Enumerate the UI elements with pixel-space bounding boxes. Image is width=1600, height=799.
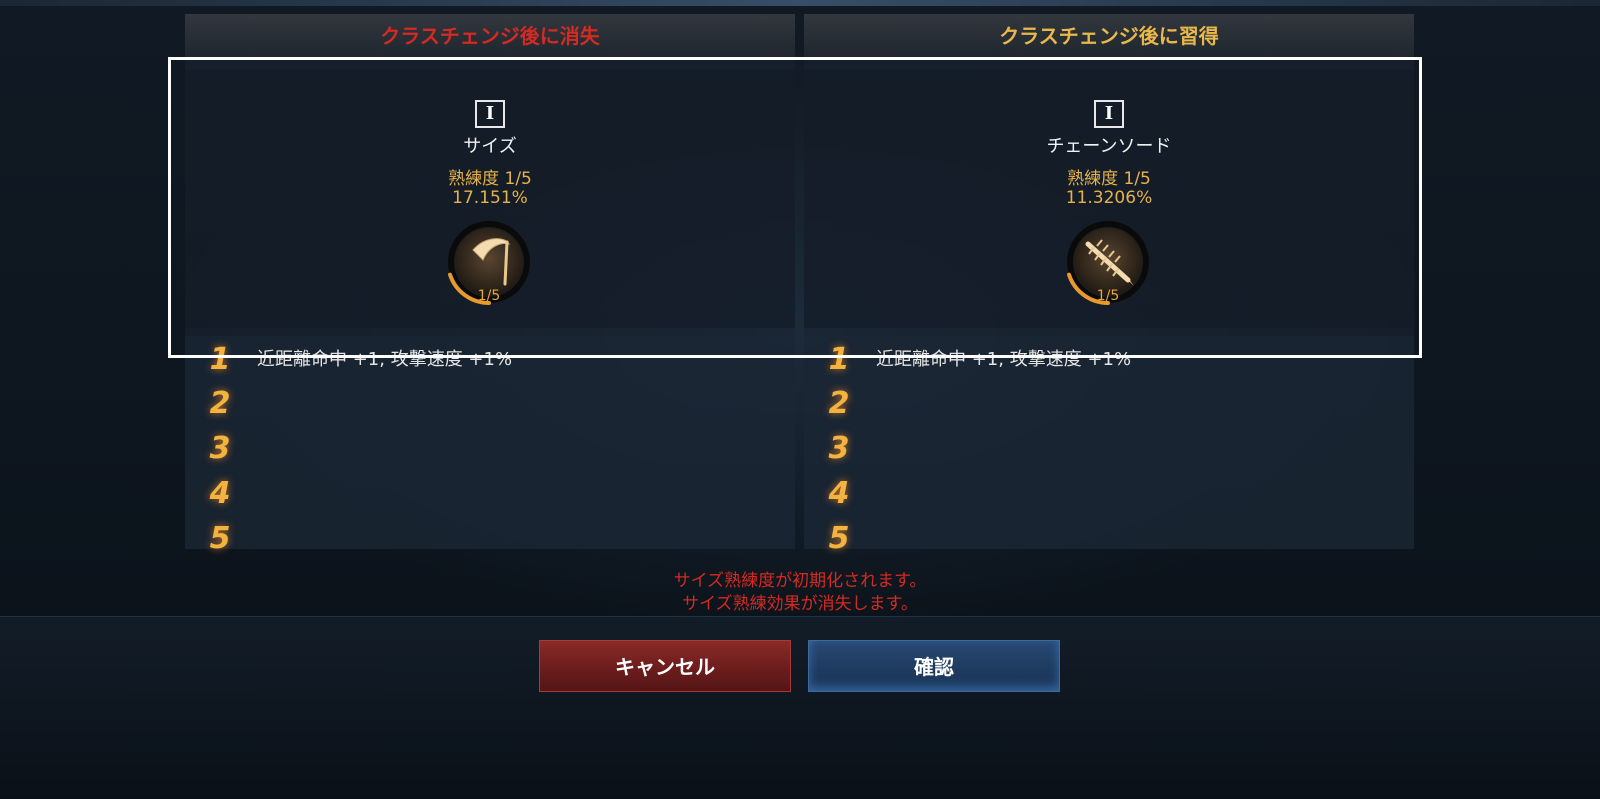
effect-row: 3	[185, 427, 795, 471]
effect-row: 4	[185, 472, 795, 516]
effect-row: 1 近距離命中 +1, 攻撃速度 +1%	[185, 338, 795, 382]
bottom-band	[0, 616, 1600, 799]
lose-skill-card: I サイズ 熟練度 1/5 17.151% 1/5	[185, 70, 795, 328]
effect-row: 5	[185, 517, 795, 561]
effect-level: 3	[828, 431, 850, 466]
effect-level: 2	[828, 386, 850, 421]
effect-level: 1	[828, 342, 850, 377]
class-change-dialog: クラスチェンジ後に消失 I サイズ 熟練度 1/5 17.151% 1/5 1 …	[0, 0, 1600, 799]
effect-level: 4	[209, 476, 231, 511]
effect-row: 2	[804, 382, 1414, 426]
effect-row: 4	[804, 472, 1414, 516]
proficiency-level: 熟練度 1/5	[448, 169, 532, 189]
effect-row: 1 近距離命中 +1, 攻撃速度 +1%	[804, 338, 1414, 382]
effect-level: 1	[209, 342, 231, 377]
tier-badge: I	[1094, 100, 1124, 128]
confirm-button[interactable]: 確認	[808, 640, 1060, 692]
effect-level: 4	[828, 476, 850, 511]
top-divider	[0, 0, 1600, 6]
effect-text: 近距離命中 +1, 攻撃速度 +1%	[257, 349, 513, 370]
tier-badge: I	[475, 100, 505, 128]
warning-line-1: サイズ熟練度が初期化されます。	[673, 571, 927, 591]
skill-name: チェーンソード	[1046, 136, 1172, 157]
gain-panel-header: クラスチェンジ後に習得	[804, 14, 1414, 58]
cancel-button[interactable]: キャンセル	[539, 640, 791, 692]
effect-level: 5	[209, 521, 231, 556]
proficiency-ring: 1/5	[443, 216, 535, 308]
ring-label: 1/5	[1096, 288, 1120, 304]
effect-level: 5	[828, 521, 850, 556]
effect-row: 5	[804, 517, 1414, 561]
skill-name: サイズ	[463, 136, 517, 157]
proficiency-level: 熟練度 1/5	[1067, 169, 1151, 189]
effect-level: 3	[209, 431, 231, 466]
effect-row: 2	[185, 382, 795, 426]
warning-line-2: サイズ熟練効果が消失します。	[682, 594, 918, 614]
proficiency-ring: 1/5	[1062, 216, 1154, 308]
proficiency-percent: 17.151%	[452, 188, 528, 208]
effect-row: 3	[804, 427, 1414, 471]
gain-panel: クラスチェンジ後に習得 I チェーンソード 熟練度 1/5 11.3206% 1…	[804, 14, 1414, 556]
gain-skill-card: I チェーンソード 熟練度 1/5 11.3206% 1/5	[804, 70, 1414, 328]
proficiency-percent: 11.3206%	[1065, 188, 1153, 208]
lose-panel: クラスチェンジ後に消失 I サイズ 熟練度 1/5 17.151% 1/5 1 …	[185, 14, 795, 556]
effect-level: 2	[209, 386, 231, 421]
lose-effects-list: 1 近距離命中 +1, 攻撃速度 +1% 2 3 4 5	[185, 336, 795, 556]
ring-label: 1/5	[477, 288, 501, 304]
lose-panel-header: クラスチェンジ後に消失	[185, 14, 795, 58]
effect-text: 近距離命中 +1, 攻撃速度 +1%	[876, 349, 1132, 370]
gain-effects-list: 1 近距離命中 +1, 攻撃速度 +1% 2 3 4 5	[804, 336, 1414, 556]
